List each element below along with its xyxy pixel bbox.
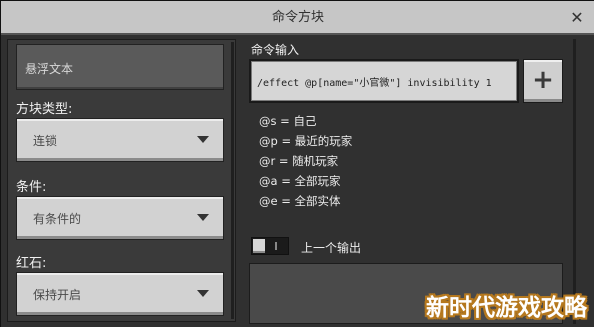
settings-panel: 悬浮文本 方块类型: 连锁 条件: 有条件的 红石: 保持开启 bbox=[7, 39, 236, 322]
condition-label: 条件: bbox=[16, 180, 47, 195]
condition-value: 有条件的 bbox=[33, 212, 82, 226]
close-icon[interactable]: ✕ bbox=[567, 8, 587, 28]
previous-output-toggle[interactable] bbox=[251, 237, 289, 255]
chevron-down-icon bbox=[197, 214, 209, 221]
command-panel: 命令输入 /effect @p[name="小官微"] invisibility… bbox=[243, 35, 587, 327]
chevron-down-icon bbox=[197, 290, 209, 297]
selector-hint: @a = 全部玩家 bbox=[259, 174, 341, 188]
left-scrollbar[interactable] bbox=[231, 42, 234, 319]
block-type-label: 方块类型: bbox=[16, 102, 73, 117]
command-input-value: /effect @p[name="小官微"] invisibility 1 bbox=[257, 78, 492, 89]
block-type-dropdown[interactable]: 连锁 bbox=[16, 118, 224, 162]
window-body: 悬浮文本 方块类型: 连锁 条件: 有条件的 红石: 保持开启 命令输入 /ef… bbox=[1, 35, 594, 327]
redstone-value: 保持开启 bbox=[33, 288, 82, 302]
title-bar: 命令方块 ✕ bbox=[1, 1, 594, 35]
redstone-label: 红石: bbox=[16, 256, 47, 271]
condition-dropdown[interactable]: 有条件的 bbox=[16, 196, 224, 240]
selector-hint: @p = 最近的玩家 bbox=[259, 134, 353, 148]
command-input-label: 命令输入 bbox=[251, 43, 300, 57]
selector-hint: @s = 自己 bbox=[259, 114, 317, 128]
block-type-value: 连锁 bbox=[33, 134, 58, 148]
redstone-dropdown[interactable]: 保持开启 bbox=[16, 272, 224, 316]
command-block-window: 命令方块 ✕ 悬浮文本 方块类型: 连锁 条件: 有条件的 红石: 保持开启 命… bbox=[0, 0, 594, 327]
toggle-knob bbox=[253, 239, 265, 253]
window-title: 命令方块 bbox=[271, 10, 324, 25]
toggle-slot bbox=[275, 242, 277, 250]
right-scrollbar[interactable] bbox=[573, 39, 576, 324]
add-button[interactable]: + bbox=[523, 59, 563, 103]
hover-text-placeholder: 悬浮文本 bbox=[25, 62, 74, 76]
chevron-down-icon bbox=[197, 136, 209, 143]
selector-hint: @r = 随机玩家 bbox=[259, 154, 339, 168]
hover-text-input[interactable]: 悬浮文本 bbox=[16, 44, 224, 90]
watermark-logo: 新时代游戏攻略 bbox=[426, 295, 587, 321]
command-input[interactable]: /effect @p[name="小官微"] invisibility 1 bbox=[249, 59, 519, 103]
selector-hint: @e = 全部实体 bbox=[259, 194, 341, 208]
previous-output-label: 上一个输出 bbox=[301, 241, 362, 255]
